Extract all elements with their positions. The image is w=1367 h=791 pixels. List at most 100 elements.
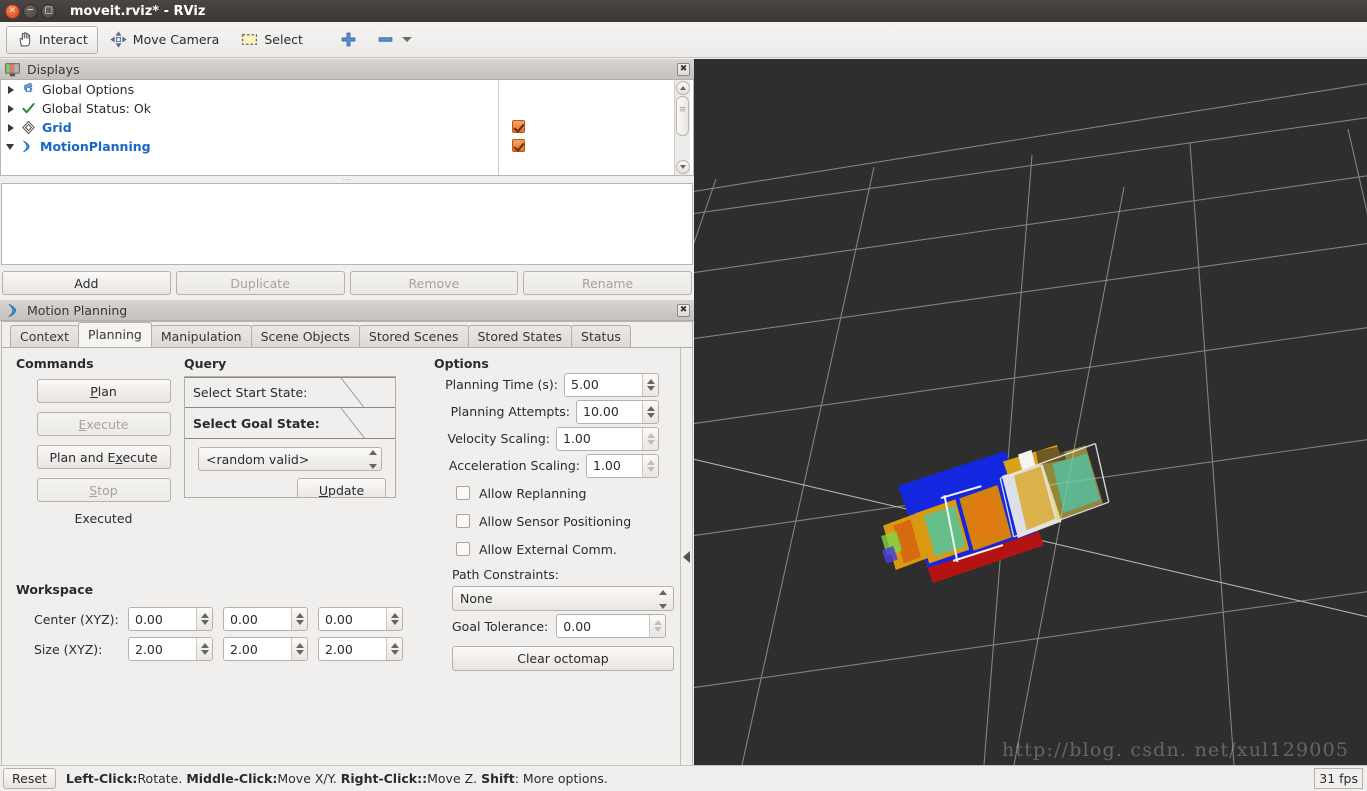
- spinner-icon[interactable]: [649, 615, 666, 637]
- panel-splitter-grip[interactable]: ⋯: [0, 175, 694, 184]
- window-maximize-button[interactable]: □: [41, 3, 56, 19]
- velocity-scaling-value: 1.00: [563, 431, 591, 446]
- clear-octomap-button[interactable]: Clear octomap: [452, 646, 674, 671]
- allow-sensor-positioning-row[interactable]: Allow Sensor Positioning: [434, 507, 684, 535]
- chevron-down-icon[interactable]: [6, 143, 14, 150]
- allow-sensor-positioning-checkbox[interactable]: [456, 514, 470, 528]
- display-row-motionplanning[interactable]: MotionPlanning: [1, 137, 498, 156]
- tab-planning[interactable]: Planning: [77, 322, 152, 347]
- workspace-center-x-input[interactable]: 0.00: [128, 607, 213, 631]
- workspace-center-z-input[interactable]: 0.00: [318, 607, 403, 631]
- spinner-icon[interactable]: [386, 638, 402, 660]
- allow-external-comm-checkbox[interactable]: [456, 542, 470, 556]
- scrollbar-track[interactable]: [676, 96, 689, 159]
- stop-button[interactable]: Stop: [36, 478, 171, 502]
- toolbar-remove-tool-button[interactable]: [368, 26, 421, 54]
- chevron-right-icon[interactable]: [8, 123, 14, 132]
- allow-replanning-row[interactable]: Allow Replanning: [434, 479, 684, 507]
- chevron-right-icon[interactable]: [8, 85, 14, 94]
- workspace-size-z-value: 2.00: [325, 641, 353, 657]
- tab-manipulation[interactable]: Manipulation: [150, 325, 252, 347]
- displays-close-button[interactable]: ✖: [677, 62, 690, 76]
- spinner-icon[interactable]: [291, 638, 307, 660]
- duplicate-display-button[interactable]: Duplicate: [175, 271, 345, 295]
- panel-collapse-handle[interactable]: [680, 348, 692, 765]
- combo-spinner-icon[interactable]: [368, 450, 377, 469]
- tab-stored-scenes[interactable]: Stored Scenes: [358, 325, 469, 347]
- tab-stored-states[interactable]: Stored States: [467, 325, 573, 347]
- update-button[interactable]: Update: [297, 478, 386, 497]
- planning-time-value: 5.00: [571, 377, 599, 392]
- spinner-icon[interactable]: [642, 373, 658, 396]
- path-constraints-combo[interactable]: None: [452, 586, 674, 611]
- select-goal-state-row[interactable]: Select Goal State:: [185, 408, 395, 439]
- workspace-size-y-value: 2.00: [230, 641, 258, 657]
- allow-sensor-positioning-label: Allow Sensor Positioning: [479, 513, 632, 529]
- reset-button[interactable]: Reset: [3, 768, 56, 789]
- velocity-scaling-row: Velocity Scaling: 1.00: [434, 425, 684, 452]
- workspace-center-y-input[interactable]: 0.00: [223, 607, 308, 631]
- display-checkbox-motionplanning[interactable]: [512, 139, 525, 152]
- tab-status[interactable]: Status: [571, 325, 631, 347]
- workspace-center-label: Center (XYZ):: [34, 611, 119, 627]
- chevron-right-icon[interactable]: [8, 104, 14, 113]
- scroll-down-icon[interactable]: [675, 160, 690, 174]
- toolbar-move-camera-button[interactable]: Move Camera: [100, 26, 230, 54]
- combo-spinner-icon[interactable]: [658, 590, 667, 609]
- tab-scene-objects[interactable]: Scene Objects: [250, 325, 360, 347]
- spinner-icon[interactable]: [642, 427, 658, 450]
- tab-context[interactable]: Context: [10, 325, 79, 347]
- viewport-background: [694, 59, 1367, 765]
- query-box: Select Start State: Select Goal State: <…: [184, 376, 396, 498]
- toolbar-select-button[interactable]: Select: [231, 26, 313, 54]
- velocity-scaling-label: Velocity Scaling:: [447, 431, 551, 446]
- scroll-up-icon[interactable]: [675, 81, 690, 95]
- spinner-icon[interactable]: [642, 454, 658, 477]
- spinner-icon[interactable]: [196, 638, 212, 660]
- add-display-button[interactable]: Add: [2, 271, 171, 295]
- workspace-size-z-input[interactable]: 2.00: [318, 637, 403, 661]
- window-title: moveit.rviz* - RViz: [70, 3, 206, 19]
- window-minimize-button[interactable]: −: [23, 3, 38, 19]
- spinner-icon[interactable]: [291, 608, 307, 630]
- planning-time-label: Planning Time (s):: [445, 377, 558, 392]
- goal-tolerance-input[interactable]: 0.00: [556, 614, 667, 638]
- select-start-state-row[interactable]: Select Start State:: [185, 377, 395, 408]
- allow-external-comm-row[interactable]: Allow External Comm.: [434, 535, 684, 563]
- planning-time-input[interactable]: 5.00: [564, 372, 659, 397]
- add-button-label: Add: [74, 275, 99, 291]
- workspace-size-label: Size (XYZ):: [34, 641, 103, 657]
- spinner-icon[interactable]: [386, 608, 402, 630]
- velocity-scaling-input[interactable]: 1.00: [556, 426, 659, 451]
- window-close-button[interactable]: ×: [5, 3, 20, 19]
- acceleration-scaling-input[interactable]: 1.00: [586, 453, 659, 478]
- planning-attempts-input[interactable]: 10.00: [576, 399, 659, 424]
- toolbar-interact-button[interactable]: Interact: [6, 25, 98, 54]
- goal-state-combo[interactable]: <random valid>: [198, 447, 382, 471]
- plan-and-execute-button[interactable]: Plan and Execute: [36, 445, 171, 469]
- remove-display-button[interactable]: Remove: [349, 271, 519, 295]
- display-row-global-status[interactable]: Global Status: Ok: [1, 99, 498, 118]
- toolbar-add-tool-button[interactable]: [331, 26, 366, 54]
- displays-tree-column: Global Options Global Status: Ok Grid Mo…: [1, 80, 499, 175]
- clipped-combo-edge: [335, 408, 395, 438]
- display-row-global-options[interactable]: Global Options: [1, 80, 498, 99]
- workspace-size-x-input[interactable]: 2.00: [128, 637, 213, 661]
- execute-button[interactable]: Execute: [36, 412, 171, 436]
- rviz-3d-viewport[interactable]: http://blog. csdn. net/xul129005: [694, 59, 1367, 765]
- plan-button[interactable]: Plan: [36, 379, 171, 403]
- display-checkbox-grid[interactable]: [512, 120, 525, 133]
- scrollbar-thumb[interactable]: [676, 96, 689, 136]
- chevron-down-icon[interactable]: [401, 37, 412, 42]
- spinner-icon[interactable]: [642, 400, 658, 423]
- motion-planning-close-button[interactable]: ✖: [677, 303, 690, 317]
- allow-replanning-checkbox[interactable]: [456, 486, 470, 500]
- displays-scrollbar[interactable]: [674, 80, 690, 175]
- workspace-size-y-input[interactable]: 2.00: [223, 637, 308, 661]
- planning-attempts-label: Planning Attempts:: [450, 404, 570, 419]
- remove-button-label: Remove: [408, 275, 460, 291]
- rename-display-button[interactable]: Rename: [523, 271, 692, 295]
- spinner-icon[interactable]: [196, 608, 212, 630]
- display-row-grid[interactable]: Grid: [1, 118, 498, 137]
- displays-tree[interactable]: Global Options Global Status: Ok Grid Mo…: [0, 80, 694, 176]
